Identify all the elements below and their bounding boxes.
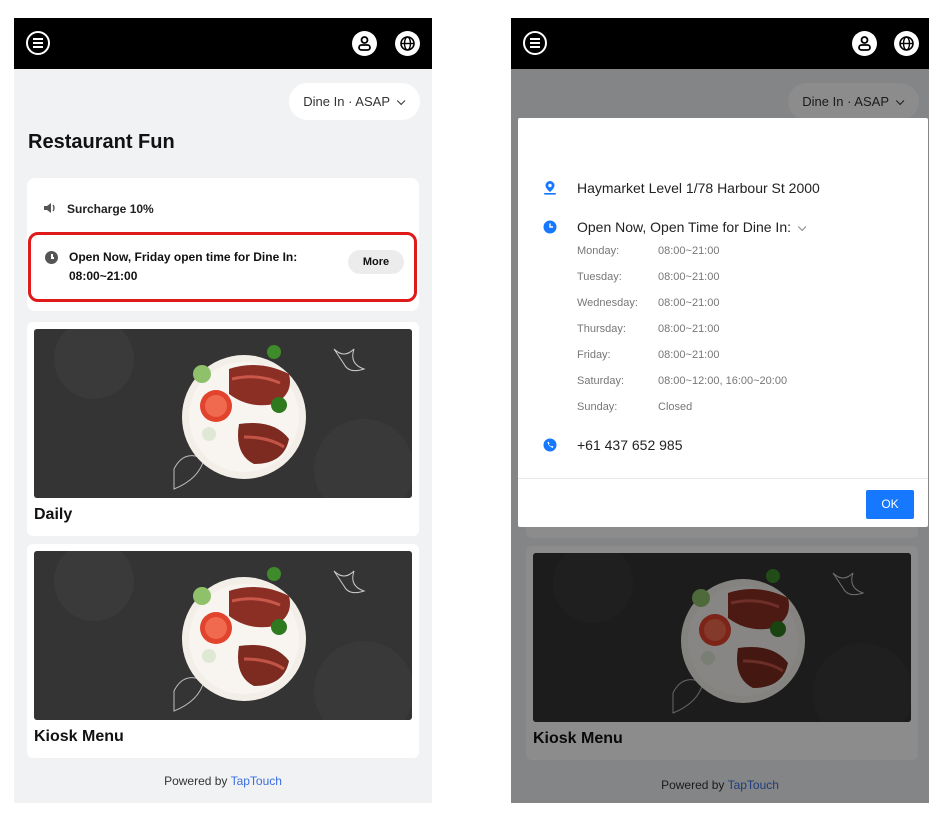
footer-prefix: Powered by	[164, 774, 228, 788]
time-value: Closed	[658, 401, 693, 413]
menu-title: Kiosk Menu	[34, 728, 124, 745]
store-info-card: Surcharge 10% Open Now, Friday open time…	[27, 178, 419, 311]
surcharge-text: Surcharge 10%	[67, 202, 154, 216]
user-icon[interactable]	[852, 31, 877, 56]
hours-row-tuesday: Tuesday: 08:00~21:00	[577, 271, 897, 297]
taptouch-link[interactable]: TapTouch	[231, 774, 282, 788]
time-value: 08:00~21:00	[658, 323, 720, 335]
chevron-down-icon	[797, 222, 807, 232]
restaurant-home-screen: Dine In · ASAP Restaurant Fun Surcharge …	[14, 18, 432, 803]
open-status-toggle[interactable]: Open Now, Open Time for Dine In:	[577, 219, 807, 235]
store-name: Restaurant Fun	[28, 131, 175, 153]
speaker-icon	[43, 202, 59, 217]
clock-icon	[45, 251, 58, 264]
footer: Powered by TapTouch	[14, 774, 432, 788]
menu-card-daily[interactable]: Daily	[27, 322, 419, 536]
clock-icon	[543, 220, 557, 234]
menu-card-kiosk[interactable]: Kiosk Menu	[27, 544, 419, 758]
dialog-divider	[518, 478, 928, 479]
hours-row-saturday: Saturday: 08:00~12:00, 16:00~20:00	[577, 375, 897, 401]
order-type-selector[interactable]: Dine In · ASAP	[289, 83, 420, 120]
user-icon[interactable]	[352, 31, 377, 56]
hours-row-friday: Friday: 08:00~21:00	[577, 349, 897, 375]
day-label: Tuesday:	[577, 271, 622, 283]
menu-image	[34, 551, 412, 720]
day-label: Sunday:	[577, 401, 618, 413]
weekly-hours-table: Monday: 08:00~21:00 Tuesday: 08:00~21:00 W…	[577, 245, 897, 427]
menu-icon[interactable]	[523, 31, 547, 55]
day-label: Friday:	[577, 349, 611, 361]
open-status-text: Open Now, Open Time for Dine In:	[577, 219, 791, 235]
location-pin-icon	[543, 180, 557, 195]
day-label: Thursday:	[577, 323, 626, 335]
menu-title: Daily	[34, 506, 73, 523]
store-phone[interactable]: +61 437 652 985	[577, 437, 683, 453]
menu-icon[interactable]	[26, 31, 50, 55]
day-label: Monday:	[577, 245, 620, 257]
top-bar	[511, 18, 929, 69]
hours-row-sunday: Sunday: Closed	[577, 401, 897, 427]
ok-button[interactable]: OK	[866, 490, 914, 519]
time-value: 08:00~21:00	[658, 271, 720, 283]
day-label: Wednesday:	[577, 297, 638, 309]
time-value: 08:00~21:00	[658, 297, 720, 309]
more-hours-button[interactable]: More	[348, 250, 404, 274]
time-value: 08:00~21:00	[658, 349, 720, 361]
surcharge-notice: Surcharge 10%	[43, 202, 154, 217]
globe-icon[interactable]	[894, 31, 919, 56]
open-hours-highlight: Open Now, Friday open time for Dine In: …	[28, 232, 417, 302]
menu-image	[34, 329, 412, 498]
time-value: 08:00~12:00, 16:00~20:00	[658, 375, 788, 387]
store-address: Haymarket Level 1/78 Harbour St 2000	[577, 180, 820, 196]
chevron-down-icon	[396, 96, 406, 106]
hours-row-thursday: Thursday: 08:00~21:00	[577, 323, 897, 349]
globe-icon[interactable]	[395, 31, 420, 56]
phone-icon	[543, 438, 557, 452]
hours-row-monday: Monday: 08:00~21:00	[577, 245, 897, 271]
top-bar	[14, 18, 432, 69]
time-value: 08:00~21:00	[658, 245, 720, 257]
hours-row-wednesday: Wednesday: 08:00~21:00	[577, 297, 897, 323]
restaurant-hours-dialog-screen: Dine In · ASAP Kiosk Menu Powered by Tap…	[511, 18, 929, 803]
day-label: Saturday:	[577, 375, 625, 387]
order-type-label: Dine In · ASAP	[303, 94, 390, 109]
store-info-dialog: Haymarket Level 1/78 Harbour St 2000 Ope…	[518, 118, 928, 527]
open-hours-text: Open Now, Friday open time for Dine In: …	[69, 250, 298, 283]
